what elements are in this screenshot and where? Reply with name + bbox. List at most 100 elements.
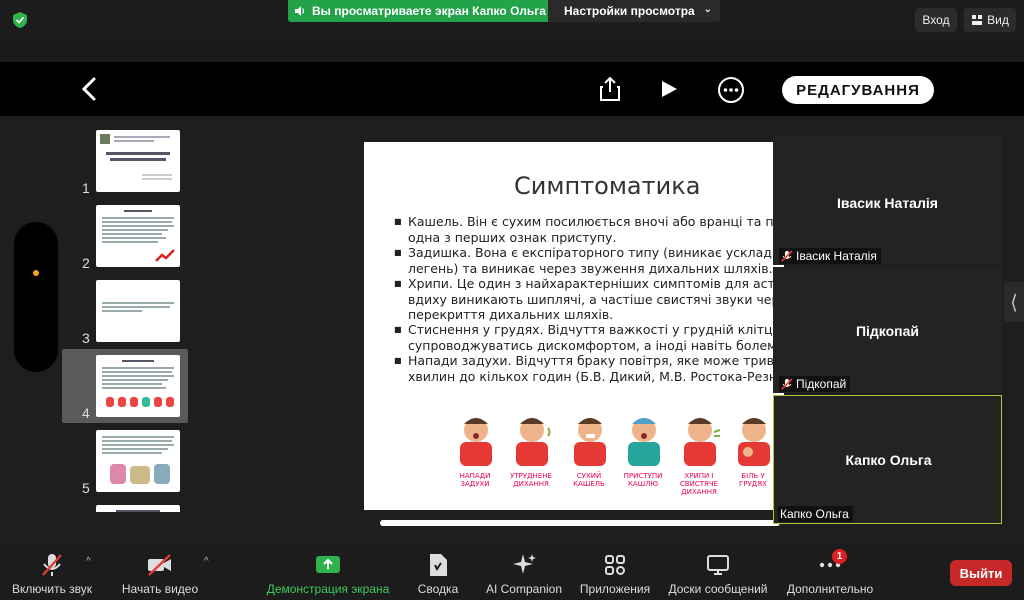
bullet-item: Задишка. Вона є експіраторного типу (вин… [394,245,784,260]
expand-panel-chevron-icon[interactable]: ⟨ [1004,282,1024,322]
video-off-icon [148,554,171,576]
figure-label: НАПАДИ ЗАДУХИ [459,472,491,488]
share-screen-label: Демонстрация экрана [266,582,390,596]
person-breathing-icon [516,418,551,466]
whiteboards-button[interactable]: Доски сообщений [664,552,772,596]
apps-button[interactable]: Приложения [574,552,656,596]
bullet-continuation: супроводжуватись дискомфортом, а іноді н… [408,338,781,353]
view-button[interactable]: Вид [964,8,1016,32]
bullet-continuation: хвилин до кількох годин (Б.В. Дикий, М.В… [408,369,784,384]
participant-tile-3-active-speaker[interactable]: Капко Ольга Капко Ольга [773,395,1002,524]
person-choking-icon [460,418,492,466]
shield-icon[interactable] [10,10,30,30]
bullet-item: Хрипи. Це один з найхарактерніших симпто… [394,276,784,291]
edit-label: РЕДАГУВАННЯ [796,81,920,99]
start-video-label: Начать видео [121,582,199,596]
bullet-continuation: легень) та виникає через звуження дихаль… [408,261,773,276]
muted-microphone-icon [42,554,62,576]
current-slide: Симптоматика Кашель. Він є сухим посилює… [364,142,784,510]
whiteboard-icon [707,555,729,575]
bullet-item: Кашель. Він є сухим посилюється вночі аб… [394,214,784,229]
participant-caption: Івасик Наталія [779,248,881,264]
bullet-item: Напади задухи. Відчуття браку повітря, я… [394,353,784,368]
meeting-toolbar: Включить звук ^ Начать видео ^ Демонстра… [0,544,1024,600]
muted-mic-icon [781,250,793,262]
thumbnail-number: 2 [82,255,90,271]
figure-label: СУХИЙ КАШЕЛЬ [573,472,605,488]
thumbnail-number: 4 [82,405,90,421]
symptom-illustrations: НАПАДИ ЗАДУХИ УТРУДНЕНЕ ДИХАННЯ СУХИЙ КА… [450,410,784,500]
bullet-continuation: вдиху виникають шиплячі, а частіше свист… [408,292,784,307]
whiteboards-label: Доски сообщений [668,582,768,596]
share-export-icon[interactable] [598,76,622,102]
thumbnail-number: 1 [82,180,90,196]
person-coughing-icon [574,418,606,466]
thumbnail-3[interactable]: 3 [62,274,188,348]
summary-button[interactable]: Сводка [412,552,464,596]
start-video-button[interactable]: Начать видео [120,552,200,596]
top-bar: Вы просматриваете экран Капко Ольга Наст… [0,0,1024,40]
participant-panel: Івасик Наталія Івасик Наталія Підкопай П… [773,137,1002,525]
thumbnail-number: 5 [82,480,90,496]
thumbnail-2[interactable]: 2 [62,199,188,273]
apps-icon [605,555,625,575]
edit-button[interactable]: РЕДАГУВАННЯ [782,76,934,104]
ai-companion-label: AI Companion [485,582,563,596]
person-cough-attack-icon [628,418,660,466]
play-icon[interactable] [658,76,680,102]
grid-icon [972,15,983,25]
figure-label: БІЛЬ У ГРУДЯХ [739,472,767,488]
thumbnail-4[interactable]: 4 [62,349,188,423]
audio-options-chevron-icon[interactable]: ^ [86,556,91,567]
thumbnail-image [96,130,180,192]
thumbnail-number: 3 [82,330,90,346]
unmute-button[interactable]: Включить звук [8,552,96,596]
thumbnail-image [96,505,180,512]
figure-label: ПРИСТУПИ КАШЛЮ [623,472,663,488]
thumbnail-image [96,430,180,492]
speaker-icon [295,6,305,16]
video-options-chevron-icon[interactable]: ^ [204,556,209,567]
participant-caption: Капко Ольга [778,506,853,522]
participant-tile-2[interactable]: Підкопай Підкопай [773,267,1002,393]
thumbnail-1[interactable]: 1 [62,124,188,198]
thumbnail-5[interactable]: 5 [62,424,188,498]
summary-document-icon [430,554,447,576]
slide-title: Симптоматика [514,172,701,200]
view-label: Вид [987,13,1009,27]
left-floating-panel[interactable] [14,222,58,372]
unmute-label: Включить звук [11,582,93,596]
share-screen-button[interactable]: Демонстрация экрана [262,552,394,596]
participant-tile-1[interactable]: Івасик Наталія Івасик Наталія [773,137,1002,265]
person-wheezing-icon [684,418,721,466]
share-screen-icon [316,556,340,573]
ai-companion-button[interactable]: AI Companion [482,552,566,596]
leave-label: Выйти [959,565,1003,581]
share-banner-text: Вы просматриваете экран Капко Ольга [312,4,546,18]
more-label: Дополнительно [786,582,874,596]
horizontal-scrollbar[interactable] [380,520,780,526]
thumbnail-6[interactable] [62,499,188,512]
screen-share-banner: Вы просматриваете экран Капко Ольга [288,0,548,22]
enter-label: Вход [922,13,950,27]
thumbnail-image [96,355,180,417]
participant-name: Підкопай [855,323,920,339]
bullet-continuation: одна з перших ознак приступу. [408,230,617,245]
status-dot [33,270,39,276]
view-settings-button[interactable]: Настройки просмотра ⌄ [548,0,720,22]
thumbnail-image [96,205,180,267]
figure-label: УТРУДНЕНЕ ДИХАННЯ [510,472,552,488]
view-settings-label: Настройки просмотра [564,4,695,18]
apps-label: Приложения [579,582,651,596]
sparkle-icon [513,554,536,574]
person-chest-pain-icon [738,418,770,466]
muted-mic-icon [781,378,793,390]
figure-label: ХРИПИ І СВИСТЯЧЕ ДИХАННЯ [679,472,719,496]
slide-thumbnails: 1 2 3 4 5 [62,120,192,512]
more-options-icon[interactable] [717,76,745,104]
enter-button[interactable]: Вход [915,8,957,32]
leave-meeting-button[interactable]: Выйти [950,560,1012,586]
back-arrow-icon[interactable] [78,76,100,102]
bullet-continuation: перекриття дихальних шляхів. [408,307,614,322]
more-button[interactable]: Дополнительно [782,552,878,596]
